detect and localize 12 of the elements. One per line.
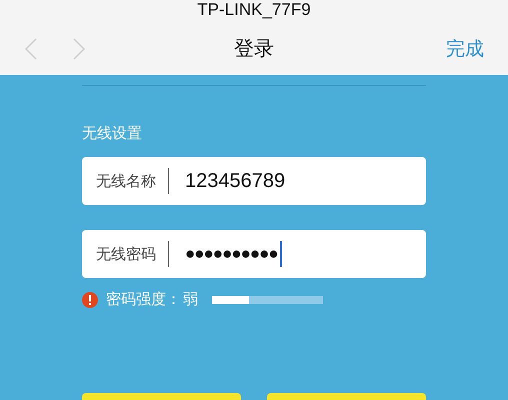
input-field[interactable]: 无线名称 123456789 (82, 157, 426, 205)
field-label: 无线密码 (96, 244, 156, 264)
field-value: ●●●●●●●●●● (185, 244, 278, 264)
page-title: 登录 (234, 35, 274, 62)
field-label: 无线名称 (96, 172, 156, 190)
section-label: 无线设置 (82, 124, 143, 143)
field-value: 123456789 (185, 170, 286, 192)
strength-value: 弱 (183, 290, 198, 309)
strength-label: 密码强度： (106, 290, 181, 309)
input-field[interactable]: 无线密码 ●●●●●●●●●● (82, 230, 426, 278)
network-name: TP-LINK_77F9 (197, 1, 311, 18)
warning-icon (82, 292, 98, 308)
